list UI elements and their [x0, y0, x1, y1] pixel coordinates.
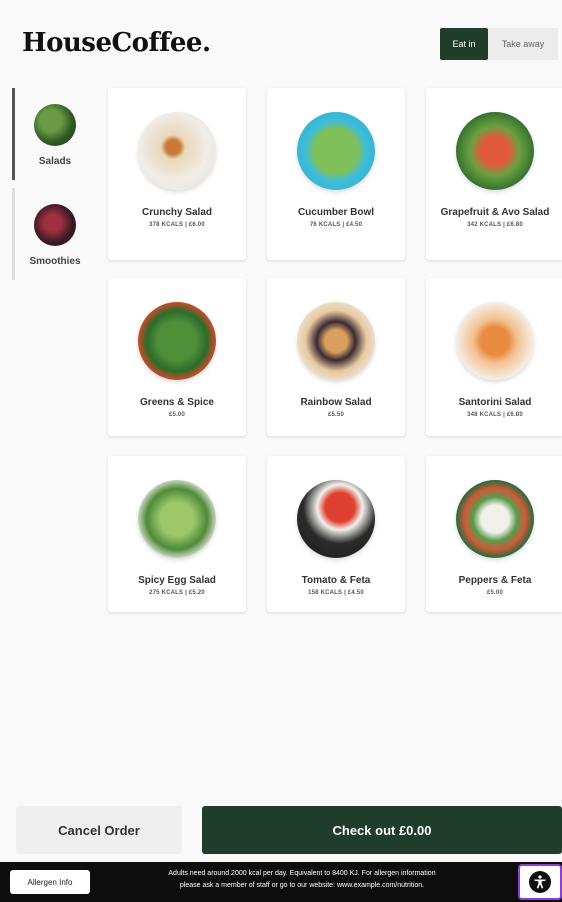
product-card[interactable]: Peppers & Feta £5.00 [426, 456, 562, 612]
product-name: Rainbow Salad [300, 397, 372, 408]
product-image [138, 302, 216, 380]
product-name: Peppers & Feta [458, 575, 532, 586]
product-image [297, 112, 375, 190]
product-meta: 158 KCALS | £4.50 [308, 590, 364, 596]
product-card[interactable]: Cucumber Bowl 76 KCALS | £4.50 [267, 88, 405, 260]
category-label: Smoothies [29, 256, 81, 267]
product-name: Greens & Spice [140, 397, 214, 408]
product-name: Tomato & Feta [301, 575, 371, 586]
checkout-button[interactable]: Check out £0.00 [202, 806, 562, 854]
eat-in-option[interactable]: Eat in [440, 28, 488, 60]
cancel-order-button[interactable]: Cancel Order [16, 806, 182, 854]
product-card[interactable]: Santorini Salad 348 KCALS | £6.80 [426, 278, 562, 436]
order-type-toggle: Eat in Take away [440, 28, 558, 60]
kiosk-app: HouseCoffee. Eat in Take away Salads Smo… [0, 0, 562, 902]
product-image [456, 302, 534, 380]
smoothie-thumbnail [34, 204, 76, 246]
footer-bar: Allergen Info Adults need around 2000 kc… [0, 862, 562, 902]
product-card[interactable]: Grapefruit & Avo Salad 342 KCALS | £6.80 [426, 88, 562, 260]
product-meta: £5.50 [327, 412, 344, 418]
notice-line: Adults need around 2000 kcal per day. Eq… [168, 870, 436, 877]
product-meta: 342 KCALS | £6.80 [467, 222, 523, 228]
product-meta: 348 KCALS | £6.80 [467, 412, 523, 418]
product-image [138, 480, 216, 558]
product-image [297, 480, 375, 558]
product-name: Crunchy Salad [141, 207, 213, 218]
product-image [456, 480, 534, 558]
product-name: Spicy Egg Salad [138, 575, 216, 586]
product-image [297, 302, 375, 380]
product-meta: £5.00 [168, 412, 185, 418]
category-label: Salads [38, 156, 72, 167]
active-indicator [12, 88, 15, 180]
product-meta: £5.00 [486, 590, 503, 596]
category-indicator [12, 188, 15, 280]
allergen-info-button[interactable]: Allergen Info [10, 870, 90, 894]
product-card[interactable]: Tomato & Feta 158 KCALS | £4.50 [267, 456, 405, 612]
product-meta: 76 KCALS | £4.50 [309, 222, 363, 228]
product-image [456, 112, 534, 190]
product-name: Santorini Salad [458, 397, 532, 408]
notice-line: please ask a member of staff or go to ou… [179, 882, 425, 889]
product-name: Cucumber Bowl [297, 207, 375, 218]
brand-logo: HouseCoffee. [22, 28, 211, 58]
product-card[interactable]: Rainbow Salad £5.50 [267, 278, 405, 436]
product-card[interactable]: Crunchy Salad 378 KCALS | £6.00 [108, 88, 246, 260]
product-name: Grapefruit & Avo Salad [440, 207, 550, 218]
salad-thumbnail [34, 104, 76, 146]
category-sidebar: Salads Smoothies [12, 88, 98, 288]
accessibility-button[interactable] [518, 864, 562, 900]
accessibility-icon [529, 871, 551, 893]
category-smoothies[interactable]: Smoothies [12, 188, 98, 288]
product-image [138, 112, 216, 190]
product-card[interactable]: Greens & Spice £5.00 [108, 278, 246, 436]
product-meta: 378 KCALS | £6.00 [149, 222, 205, 228]
product-meta: 275 KCALS | £5.20 [149, 590, 205, 596]
product-card[interactable]: Spicy Egg Salad 275 KCALS | £5.20 [108, 456, 246, 612]
take-away-option[interactable]: Take away [488, 28, 558, 60]
nutrition-notice: Adults need around 2000 kcal per day. Eq… [96, 868, 508, 892]
category-salads[interactable]: Salads [12, 88, 98, 188]
